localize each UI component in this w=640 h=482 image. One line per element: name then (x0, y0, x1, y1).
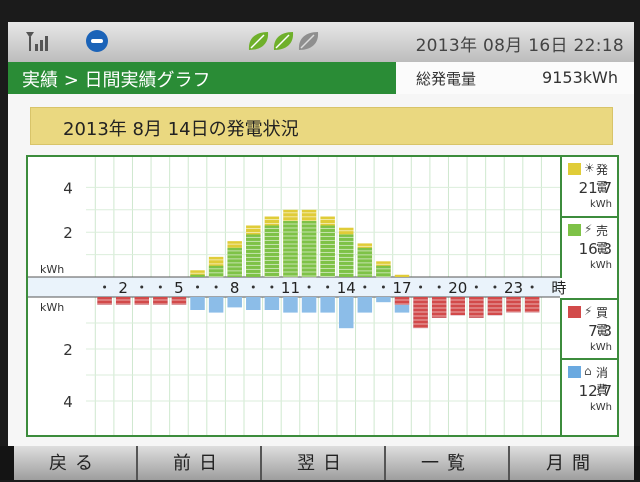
list-button[interactable]: 一覧 (386, 446, 510, 480)
legend-consumption: ⌂ 消費 12.7 kWh (560, 358, 617, 435)
y-tick-label: 2 (63, 224, 73, 242)
next-day-button[interactable]: 翌日 (262, 446, 386, 480)
x-tick-label: 2 (118, 279, 128, 297)
legend-bought: ⚡ 買電 7.3 kWh (560, 298, 617, 360)
x-tick-label: 20 (448, 279, 467, 297)
title-bar: 実績 > 日間実績グラフ 総発電量 9153kWh (8, 62, 634, 94)
bar-consumption (246, 297, 261, 310)
x-tick-dot (437, 285, 441, 289)
bar-sold (190, 274, 205, 277)
legend-generation-unit: kWh (589, 199, 612, 210)
antenna-signal-icon (26, 32, 48, 51)
bar-sold (301, 221, 317, 277)
back-button[interactable]: 戻る (14, 446, 138, 480)
device-screen: 2013年 08月 16日 22:18 実績 > 日間実績グラフ 総発電量 91… (8, 22, 634, 450)
x-tick-dot (474, 285, 478, 289)
legend-generation-value: 21.7 (578, 179, 612, 197)
x-tick-dot (158, 285, 162, 289)
total-generation-box: 総発電量 9153kWh (390, 62, 634, 94)
x-tick-label: 8 (230, 279, 240, 297)
x-unit-label: 時 (551, 279, 566, 297)
bar-consumption (190, 297, 205, 310)
bar-consumption (301, 297, 317, 313)
x-tick-label: 14 (337, 279, 356, 297)
y-tick-label: 2 (63, 341, 73, 359)
legend-consumption-unit: kWh (589, 402, 612, 413)
bar-consumption (227, 297, 242, 308)
y-unit-label: kWh (40, 263, 64, 276)
sun-icon: ☀ (584, 161, 595, 175)
x-tick-dot (363, 285, 367, 289)
x-tick-dot (251, 285, 255, 289)
x-tick-dot (419, 285, 423, 289)
x-tick-label: 5 (174, 279, 184, 297)
bar-consumption (208, 297, 224, 313)
chart-svg: 4 2 2 4 kWh kWh 2 5 8 11 14 17 20 23 時 (28, 157, 566, 435)
bar-consumption (264, 297, 280, 310)
x-tick-dot (493, 285, 497, 289)
x-tick-dot (530, 285, 534, 289)
total-generation-value: 9153kWh (542, 68, 618, 87)
bar-bought (524, 297, 540, 313)
page-heading-bar: 2013年 8月 14日の発電状況 (30, 107, 613, 145)
breadcrumb: 実績 > 日間実績グラフ (22, 70, 211, 91)
bar-consumption (357, 297, 373, 313)
legend-consumption-value: 12.7 (578, 382, 612, 400)
legend-bought-unit: kWh (589, 342, 612, 353)
bar-bought (506, 297, 521, 313)
bar-sold (208, 265, 224, 277)
x-tick-dot (103, 285, 107, 289)
bar-sold (283, 221, 298, 277)
x-tick-dot (196, 285, 200, 289)
x-tick-dot (270, 285, 274, 289)
legend-sold-swatch (568, 224, 581, 236)
bar-sold (246, 234, 261, 277)
legend-bought-value: 7.3 (588, 322, 612, 340)
legend-generation-swatch (568, 163, 581, 175)
x-tick-dot (214, 285, 218, 289)
datetime-display: 2013年 08月 16日 22:18 (415, 36, 624, 56)
eco-leaves-icon (248, 32, 319, 50)
status-bar: 2013年 08月 16日 22:18 (8, 22, 634, 62)
no-entry-icon (86, 30, 108, 52)
legend-bought-swatch (568, 306, 581, 318)
bottom-navigation: 戻る 前日 翌日 一覧 月間 (0, 446, 640, 480)
x-tick-label: 17 (392, 279, 411, 297)
bar-generation (394, 274, 410, 277)
daily-chart: 4 2 2 4 kWh kWh 2 5 8 11 14 17 20 23 時 ☀ 発電 21.7 kWh ⚡… (26, 155, 619, 437)
bar-consumption (338, 297, 354, 329)
bar-sold (320, 225, 335, 277)
x-tick-dot (140, 285, 144, 289)
bar-consumption (376, 297, 391, 303)
bar-consumption (320, 297, 335, 313)
pylon-icon: ⚡ (584, 222, 593, 236)
pylon-icon: ⚡ (584, 304, 593, 318)
y-unit-label: kWh (40, 301, 64, 314)
bar-sold (338, 234, 354, 277)
y-tick-label: 4 (63, 393, 73, 411)
previous-day-button[interactable]: 前日 (138, 446, 262, 480)
bar-sold (376, 265, 391, 277)
legend-consumption-swatch (568, 366, 581, 378)
legend-sold-value: 16.3 (578, 240, 612, 258)
legend-sold-unit: kWh (589, 260, 612, 271)
page-title: 2013年 8月 14日の発電状況 (63, 119, 299, 140)
x-tick-dot (381, 285, 385, 289)
total-generation-label: 総発電量 (416, 70, 477, 88)
x-tick-dot (326, 285, 330, 289)
bar-sold (264, 225, 280, 277)
bar-consumption (283, 297, 298, 313)
y-tick-label: 4 (63, 179, 73, 197)
x-tick-label: 11 (281, 279, 300, 297)
legend-sold: ⚡ 売電 16.3 kWh (560, 216, 617, 278)
house-icon: ⌂ (584, 364, 592, 378)
x-tick-label: 23 (504, 279, 523, 297)
legend-generation: ☀ 発電 21.7 kWh (560, 157, 617, 218)
monthly-button[interactable]: 月間 (510, 446, 634, 480)
x-tick-dot (307, 285, 311, 289)
